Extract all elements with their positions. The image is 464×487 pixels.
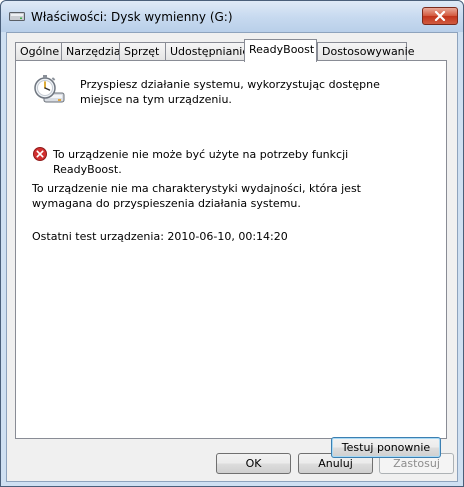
window-title: Właściwości: Dysk wymienny (G:) [31, 10, 233, 24]
last-test-text: Ostatni test urządzenia: 2010-06-10, 00:… [32, 230, 288, 243]
error-icon [33, 147, 47, 161]
retest-button[interactable]: Testuj ponownie [331, 437, 441, 458]
tab-readyboost[interactable]: ReadyBoost [244, 39, 317, 62]
tab-tools[interactable]: Narzędzia [61, 42, 121, 61]
tab-customize[interactable]: Dostosowywanie [317, 42, 414, 61]
readyboost-stopwatch-icon [32, 73, 66, 105]
properties-window: Właściwości: Dysk wymienny (G:) Ogólne N… [0, 0, 464, 487]
ok-button[interactable]: OK [216, 453, 291, 474]
error-text-line-2: ReadyBoost. [53, 163, 122, 176]
close-icon [434, 11, 446, 21]
tab-hardware[interactable]: Sprzęt [119, 42, 166, 61]
intro-text-line-2: miejsce na tym urządzeniu. [80, 93, 232, 106]
close-button[interactable] [422, 7, 458, 25]
tab-sharing[interactable]: Udostępnianie [165, 42, 249, 61]
dialog-client-area: Ogólne Narzędzia Sprzęt Udostępnianie Re… [6, 32, 458, 482]
removable-drive-icon [9, 10, 25, 22]
tab-general[interactable]: Ogólne [15, 42, 62, 61]
intro-text-line-1: Przyspiesz działanie systemu, wykorzystu… [80, 78, 380, 91]
readyboost-panel: Przyspiesz działanie systemu, wykorzystu… [15, 60, 447, 458]
title-bar[interactable]: Właściwości: Dysk wymienny (G:) [1, 1, 463, 32]
error-text-line-1: To urządzenie nie może być użyte na potr… [53, 148, 349, 161]
detail-text-line-1: To urządzenie nie ma charakterystyki wyd… [32, 182, 361, 195]
detail-text-line-2: wymagana do przyspieszenia działania sys… [32, 197, 301, 210]
